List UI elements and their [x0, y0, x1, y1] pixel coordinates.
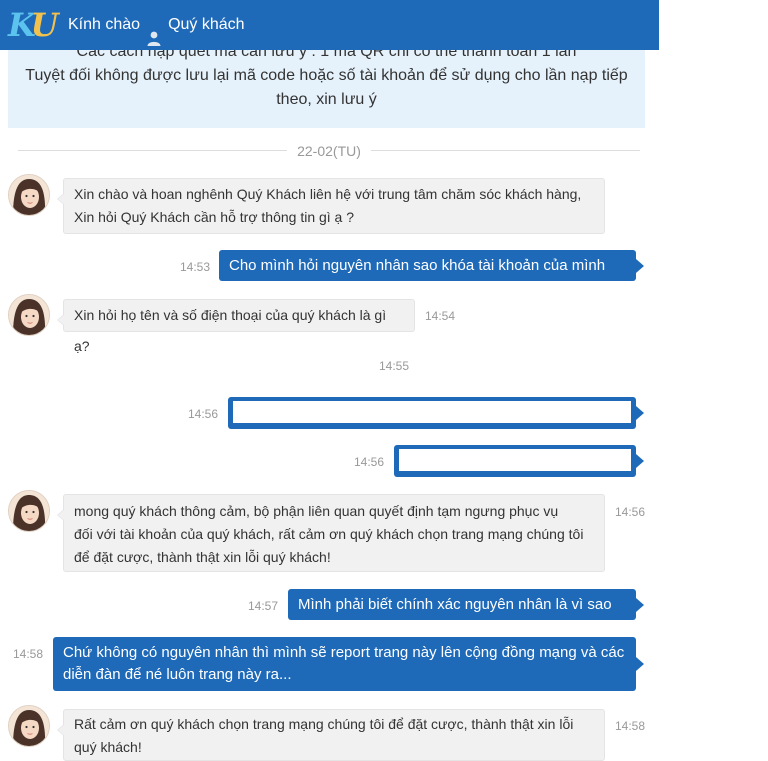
message-time: 14:57	[248, 599, 279, 613]
date-divider: 22-02(TU)	[18, 144, 640, 158]
user-label: Quý khách	[168, 16, 245, 33]
agent-avatar	[8, 705, 50, 747]
message-time: 14:53	[180, 260, 211, 274]
user-message-redacted	[228, 397, 644, 429]
agent-message: Xin chào và hoan nghênh Quý Khách liên h…	[57, 178, 605, 234]
agent-message: mong quý khách thông cảm, bộ phận liên q…	[57, 494, 605, 572]
message-time: 14:58	[13, 647, 44, 661]
notice-line-2: Tuyệt đối không được lưu lại mã code hoặ…	[25, 67, 628, 108]
agent-message: Xin hỏi họ tên và số điện thoại của quý …	[57, 299, 415, 354]
message-time: 14:58	[615, 719, 646, 733]
message-time: 14:56	[615, 505, 646, 519]
user-message: Chứ không có nguyên nhân thì mình sẽ rep…	[53, 637, 644, 691]
date-label: 22-02(TU)	[297, 142, 361, 159]
brand-logo: KU	[8, 6, 59, 44]
chat-header: KU Kính chào Quý khách	[0, 0, 659, 50]
agent-avatar	[8, 174, 50, 216]
agent-avatar	[8, 490, 50, 532]
message-time: 14:56	[188, 407, 219, 421]
center-time: 14:55	[379, 359, 410, 373]
message-time: 14:54	[425, 309, 456, 323]
user-message-redacted	[394, 445, 644, 477]
user-icon	[146, 17, 162, 46]
message-time: 14:56	[354, 455, 385, 469]
user-message: Cho mình hỏi nguyên nhân sao khóa tài kh…	[219, 250, 644, 305]
agent-message: Rất cảm ơn quý khách chọn trang mạng chú…	[57, 709, 605, 761]
agent-avatar	[8, 294, 50, 336]
user-message: Mình phải biết chính xác nguyên nhân là …	[288, 589, 644, 644]
greeting-text: Kính chào	[68, 16, 141, 33]
greeting: Kính chào Quý khách	[68, 0, 245, 50]
